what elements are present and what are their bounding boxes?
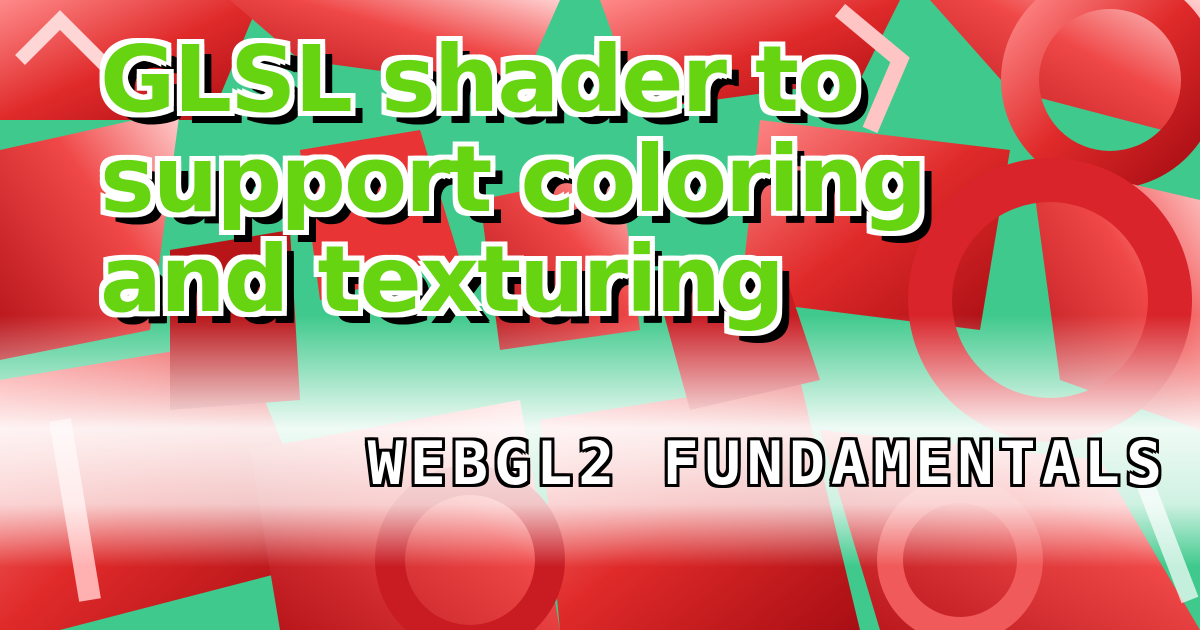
title-line: and texturing (100, 226, 785, 333)
title-line: support coloring (100, 126, 927, 233)
page-title: GLSL shader to support coloring and text… (100, 30, 1100, 330)
title-line: GLSL shader to (100, 26, 860, 133)
site-brand: WEBGL2 FUNDAMENTALS (367, 429, 1168, 499)
hero-image: GLSL shader to support coloring and text… (0, 0, 1200, 630)
